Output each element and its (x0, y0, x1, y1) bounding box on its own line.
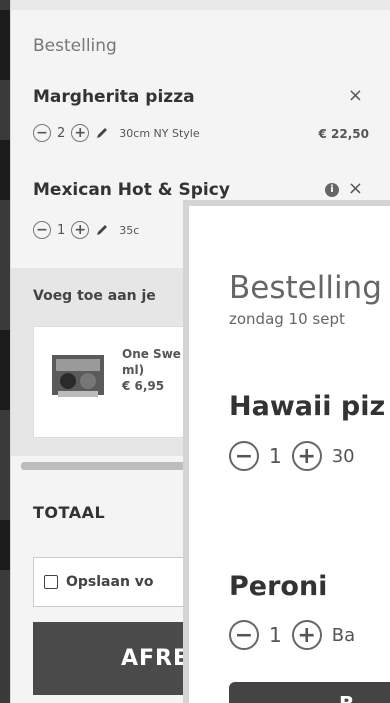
product-name-line2: ml) (122, 363, 145, 377)
quantity-value: 2 (57, 125, 66, 141)
decrease-quantity-button[interactable]: − (229, 620, 259, 650)
order-item-name: Mexican Hot & Spicy (33, 180, 230, 200)
modal-submit-button[interactable]: B (229, 682, 390, 703)
info-icon[interactable]: i (325, 183, 339, 197)
checkbox-icon[interactable] (44, 575, 58, 589)
decrease-quantity-button[interactable]: − (229, 441, 259, 471)
increase-quantity-button[interactable]: + (71, 221, 90, 239)
increase-quantity-button[interactable]: + (291, 620, 322, 650)
order-item-controls: − 1 + 35c (33, 221, 139, 239)
size-option: 30cm NY Style (119, 126, 200, 140)
modal-submit-label: B (339, 692, 354, 703)
modal-item-name: Peroni (229, 571, 328, 602)
modal-title: Bestelling (229, 270, 382, 306)
modal-date: zondag 10 sept (229, 310, 345, 328)
order-modal: Bestelling zondag 10 sept Hawaii piz − 1… (183, 200, 390, 703)
order-title: Bestelling (33, 36, 117, 56)
item-option: 30 (331, 445, 355, 467)
pencil-icon[interactable] (95, 126, 109, 140)
increase-quantity-button[interactable]: + (71, 124, 90, 142)
quantity-value: 1 (57, 222, 66, 238)
total-label: TOTAAL (33, 503, 106, 522)
decrease-quantity-button[interactable]: − (33, 124, 51, 142)
panel-top-rule (11, 0, 390, 10)
item-option: Ba (331, 624, 356, 646)
order-item-name: Margherita pizza (33, 87, 195, 107)
pencil-icon[interactable] (95, 223, 109, 237)
quantity-value: 1 (269, 623, 282, 647)
modal-item-name: Hawaii piz (229, 391, 386, 422)
item-price: € 22,50 (318, 127, 369, 141)
product-price: € 6,95 (122, 379, 165, 393)
save-label: Opslaan vo (66, 574, 154, 590)
quantity-value: 1 (269, 444, 282, 468)
modal-item-controls: − 1 + Ba (229, 620, 355, 650)
modal-item-controls: − 1 + 30 (229, 441, 355, 471)
upsell-title: Voeg toe aan je (33, 288, 156, 304)
increase-quantity-button[interactable]: + (291, 441, 322, 471)
close-icon[interactable]: × (348, 178, 363, 199)
product-name: One Swe (122, 347, 181, 361)
size-option: 35c (119, 223, 140, 237)
product-image (52, 355, 104, 397)
close-icon[interactable]: × (348, 85, 363, 106)
decrease-quantity-button[interactable]: − (33, 221, 51, 239)
order-item-controls: − 2 + 30cm NY Style (33, 124, 200, 142)
